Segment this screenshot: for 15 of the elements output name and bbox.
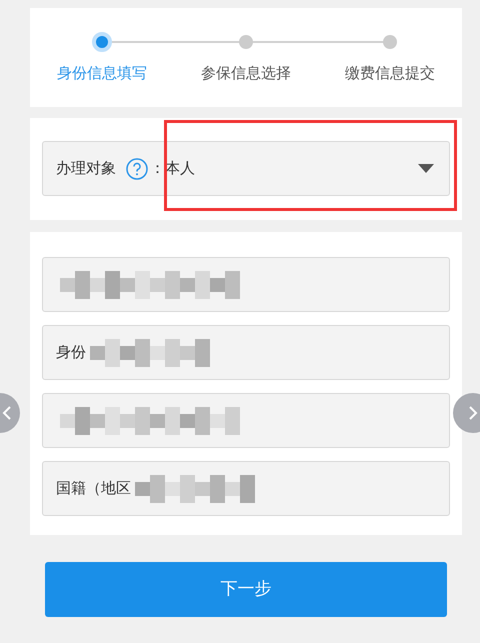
input-field[interactable]: 身份 [42,325,450,380]
input-field[interactable]: 国籍（地区 [42,461,450,516]
field-label: 国籍（地区 [56,478,131,500]
separator: ： [150,158,165,180]
dropdown-icon [418,164,434,174]
previous-arrow-icon[interactable] [0,393,20,433]
next-arrow-icon[interactable] [453,393,480,433]
input-field[interactable] [42,257,450,312]
field-label: 办理对象 [56,158,116,180]
field-label: 身份 [56,342,86,364]
step-label: 缴费信息提交 [345,63,435,84]
input-field[interactable] [42,393,450,448]
help-icon[interactable] [126,158,148,180]
step-label: 参保信息选择 [201,63,291,84]
step-label: 身份信息填写 [57,63,147,84]
